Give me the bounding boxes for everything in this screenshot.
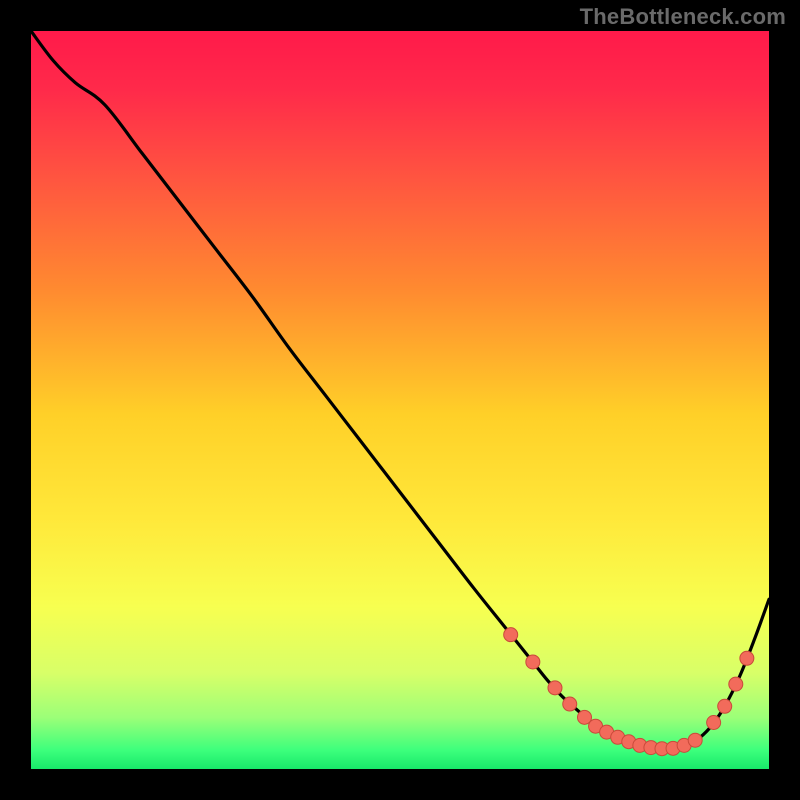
data-marker [526, 655, 540, 669]
plot-background [31, 31, 769, 769]
bottleneck-chart [0, 0, 800, 800]
data-marker [740, 651, 754, 665]
data-marker [688, 733, 702, 747]
data-marker [504, 628, 518, 642]
data-marker [718, 699, 732, 713]
chart-frame: TheBottleneck.com [0, 0, 800, 800]
data-marker [563, 697, 577, 711]
data-marker [707, 716, 721, 730]
data-marker [729, 677, 743, 691]
watermark-text: TheBottleneck.com [580, 4, 786, 30]
data-marker [548, 681, 562, 695]
